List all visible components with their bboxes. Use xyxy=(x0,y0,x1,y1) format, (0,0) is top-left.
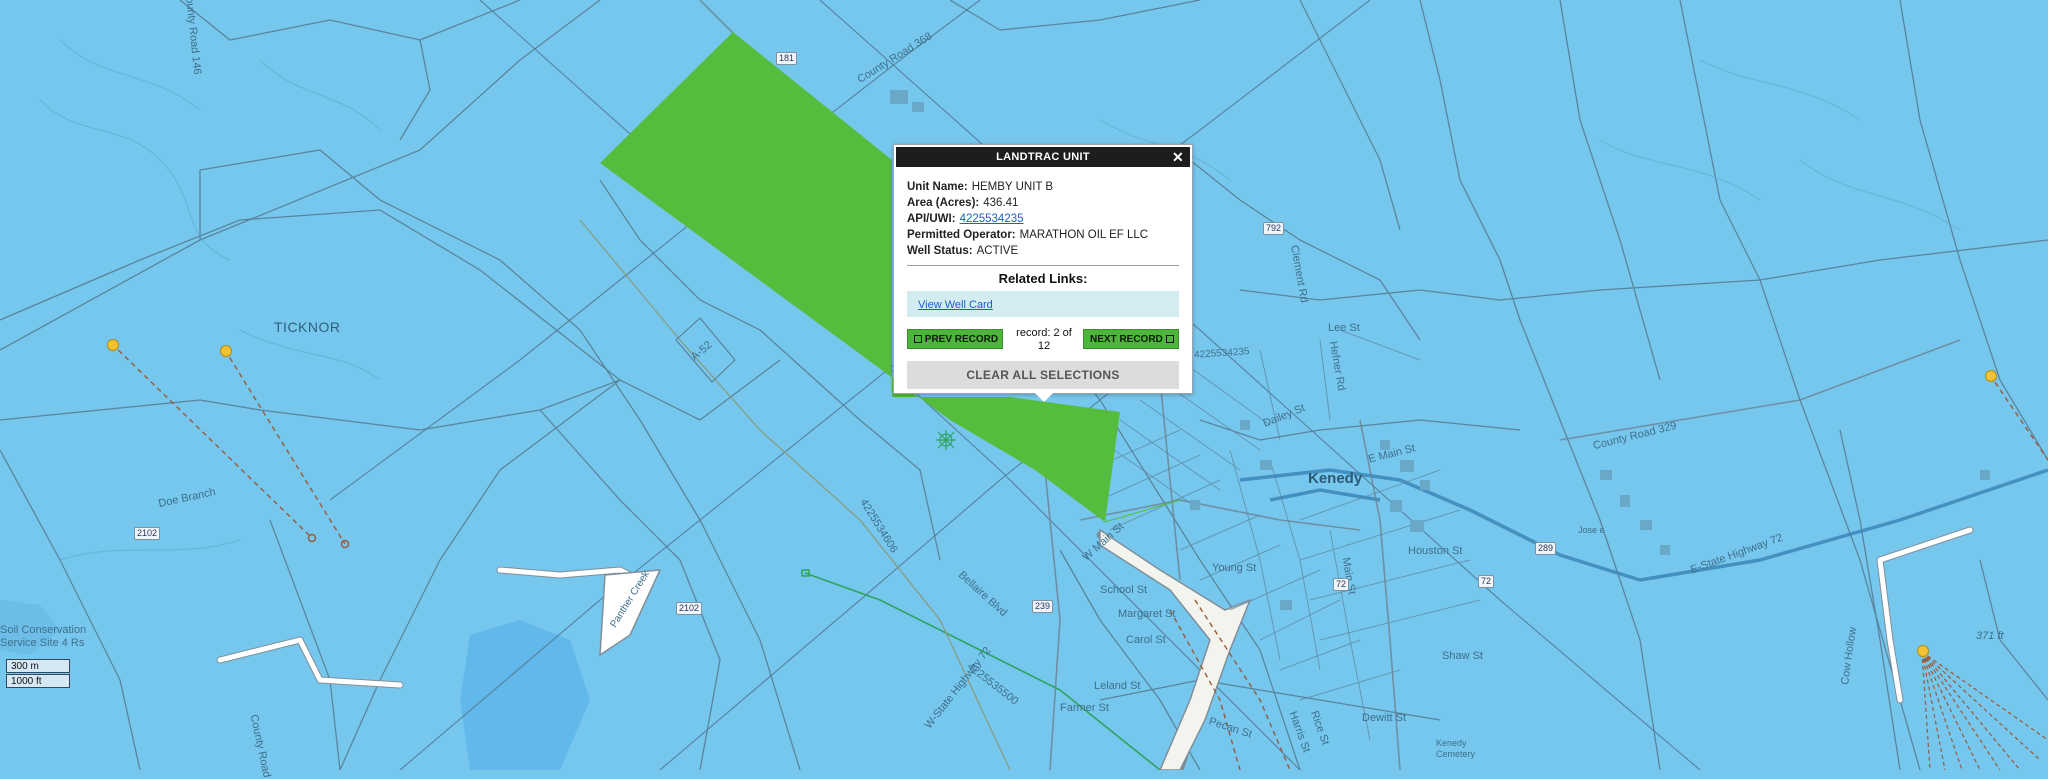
related-links-box: View Well Card xyxy=(907,291,1179,317)
road-label-leland-st: Leland St xyxy=(1094,680,1141,692)
popup-body: Unit Name: HEMBY UNIT B Area (Acres): 436.… xyxy=(894,169,1192,389)
place-label-kenedy: Kenedy xyxy=(1308,470,1363,487)
field-area-acres: Area (Acres): 436.41 xyxy=(907,195,1179,211)
record-counter-line1: record: 2 of xyxy=(1016,327,1072,339)
landtrac-unit-popup: LANDTRAC UNIT ✕ Unit Name: HEMBY UNIT B A… xyxy=(893,144,1193,394)
popup-divider xyxy=(907,265,1179,266)
prev-record-icon xyxy=(914,335,922,343)
record-counter-line2: 12 xyxy=(1037,340,1051,352)
well-marker[interactable] xyxy=(220,345,232,357)
record-counter: record: 2 of 12 xyxy=(1007,327,1081,353)
road-shield-792: 792 xyxy=(1263,222,1285,235)
popup-header: LANDTRAC UNIT ✕ xyxy=(896,147,1190,167)
field-api-uwi: API/UWI: 4225534235 xyxy=(907,211,1179,227)
road-label-young-st: Young St xyxy=(1212,562,1257,574)
popup-pointer xyxy=(1035,393,1053,402)
prev-record-button[interactable]: PREV RECORD xyxy=(907,329,1003,349)
road-label-shaw-st: Shaw St xyxy=(1442,650,1483,662)
road-shield-239: 239 xyxy=(1032,600,1054,613)
well-marker[interactable] xyxy=(1985,370,1997,382)
road-label-farmer-st: Farmer St xyxy=(1060,702,1109,714)
next-record-icon xyxy=(1165,335,1174,343)
api-uwi-link[interactable]: 4225534235 xyxy=(960,213,1024,225)
field-label: Permitted Operator: xyxy=(907,229,1016,241)
road-shield-289: 289 xyxy=(1535,542,1557,555)
road-shield-2102-b: 2102 xyxy=(676,602,703,615)
road-label-lee-st: Lee St xyxy=(1328,322,1360,334)
place-label-ticknor: TICKNOR xyxy=(274,319,341,335)
field-well-status: Well Status: ACTIVE xyxy=(907,243,1179,259)
field-value: MARATHON OIL EF LLC xyxy=(1019,229,1149,241)
next-record-label: NEXT RECORD xyxy=(1090,334,1163,345)
field-unit-name: Unit Name: HEMBY UNIT B xyxy=(907,179,1179,195)
scale-bar-metric: 300 m xyxy=(6,659,70,673)
field-label: Unit Name: xyxy=(907,181,968,193)
road-shield-2102: 2102 xyxy=(134,527,161,540)
field-label: Well Status: xyxy=(907,245,973,257)
road-label-dewitt-st: Dewitt St xyxy=(1362,712,1407,724)
road-label-misc: Jose e xyxy=(1578,525,1605,535)
view-well-card-link[interactable]: View Well Card xyxy=(918,299,993,311)
scale-bar: 300 m 1000 ft xyxy=(6,659,70,688)
scale-bar-imperial: 1000 ft xyxy=(6,674,70,688)
place-label-soil-conservation: Soil Conservation Service Site 4 Rs xyxy=(0,624,87,649)
field-value: ACTIVE xyxy=(976,245,1019,257)
field-value: 436.41 xyxy=(983,197,1019,209)
elevation-label: 371 ft xyxy=(1976,630,2004,642)
road-label-school-st: School St xyxy=(1100,584,1148,596)
record-navigation: PREV RECORD record: 2 of 12 NEXT RECORD xyxy=(907,327,1179,353)
related-links-title: Related Links: xyxy=(998,271,1088,286)
road-shield-72: 72 xyxy=(1478,575,1495,588)
next-record-button[interactable]: NEXT RECORD xyxy=(1083,329,1179,349)
field-label: Area (Acres): xyxy=(907,197,980,209)
close-icon[interactable]: ✕ xyxy=(1170,149,1186,165)
well-marker[interactable] xyxy=(1917,645,1929,657)
place-label-kenedy-cemetery: Kenedy Cemetery xyxy=(1436,738,1476,759)
field-label: API/UWI: xyxy=(907,213,956,225)
popup-title: LANDTRAC UNIT xyxy=(996,151,1090,163)
road-shield-181: 181 xyxy=(776,52,798,65)
well-marker[interactable] xyxy=(107,339,119,351)
road-label-carol-st: Carol St xyxy=(1126,634,1166,646)
road-label-margaret-st: Margaret St xyxy=(1118,608,1176,620)
prev-record-label: PREV RECORD xyxy=(924,334,999,345)
field-value: HEMBY UNIT B xyxy=(971,181,1054,193)
road-label-houston-st: Houston St xyxy=(1408,545,1463,557)
clear-all-selections-button[interactable]: CLEAR ALL SELECTIONS xyxy=(907,361,1179,389)
field-permitted-operator: Permitted Operator: MARATHON OIL EF LLC xyxy=(907,227,1179,243)
road-shield-72-b: 72 xyxy=(1333,578,1350,591)
